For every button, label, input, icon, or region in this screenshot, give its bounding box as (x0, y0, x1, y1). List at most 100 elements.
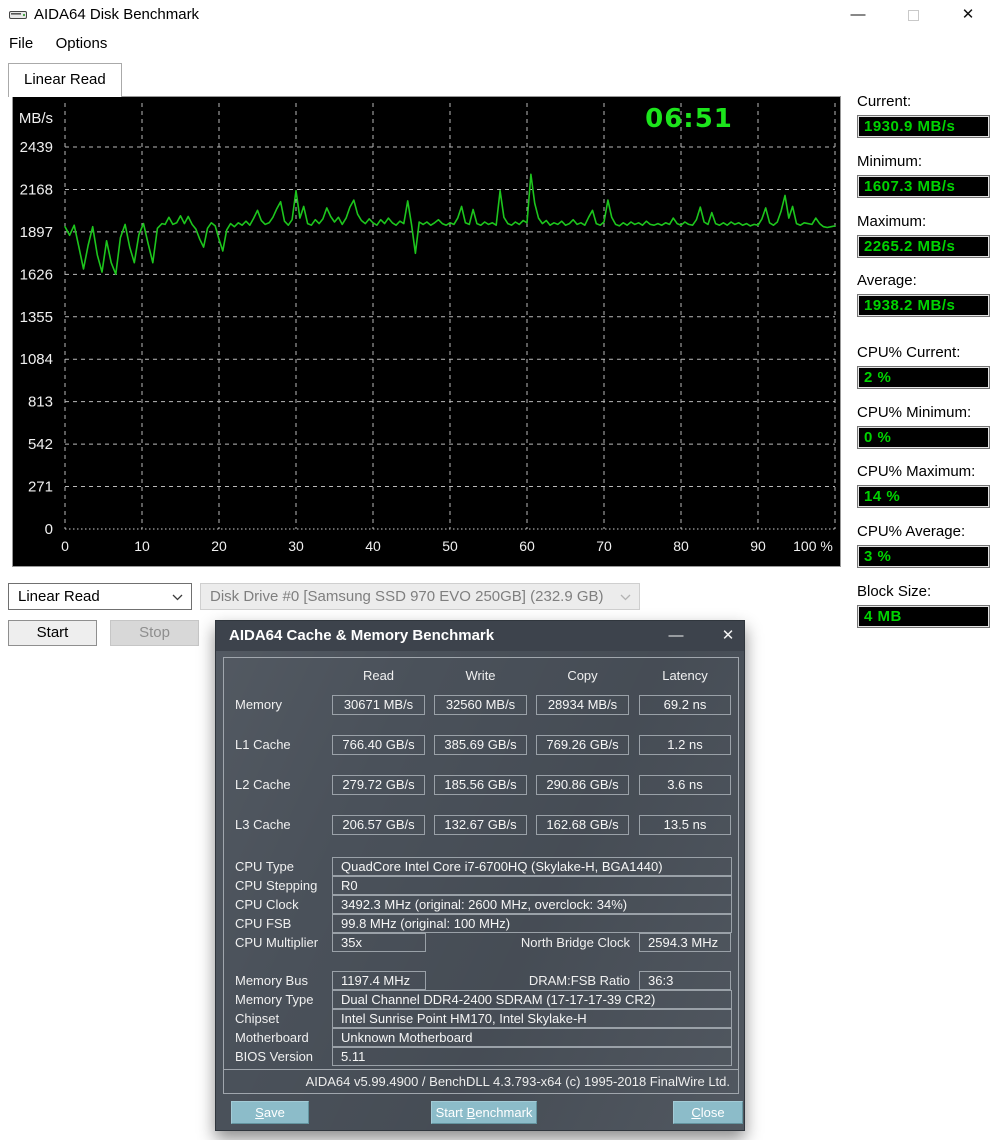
memory-bus-value: 1197.4 MHz (332, 971, 426, 990)
benchmark-type-select[interactable]: Linear Read (8, 583, 192, 610)
stat-label: Maximum: (857, 213, 990, 233)
menu-bar: File Options (0, 30, 1000, 58)
chipset-value: Intel Sunrise Point HM170, Intel Skylake… (332, 1009, 732, 1028)
svg-text:70: 70 (596, 538, 612, 554)
disk-drive-icon (9, 8, 27, 22)
save-label-rest: ave (264, 1105, 285, 1120)
l1-read-value: 766.40 GB/s (332, 735, 425, 755)
north-bridge-clock-value: 2594.3 MHz (639, 933, 731, 952)
stat-label: CPU% Minimum: (857, 404, 990, 424)
dram-fsb-ratio-value: 36:3 (639, 971, 731, 990)
dialog-title: AIDA64 Cache & Memory Benchmark (229, 621, 494, 651)
svg-text:40: 40 (365, 538, 381, 554)
dialog-close-button[interactable]: ✕ (708, 621, 748, 651)
stop-button[interactable]: Stop (110, 620, 199, 646)
l1-write-value: 385.69 GB/s (434, 735, 527, 755)
start-benchmark-label: Start (436, 1105, 467, 1120)
chevron-down-icon (172, 594, 183, 601)
row-label-l2-cache: L2 Cache (235, 775, 291, 795)
save-mnemonic: S (255, 1105, 264, 1120)
column-header-latency: Latency (639, 668, 731, 684)
stat-value: 2265.2 MB/s (857, 235, 990, 258)
svg-text:20: 20 (211, 538, 227, 554)
cpu-multiplier-value: 35x (332, 933, 426, 952)
dram-fsb-ratio-label: DRAM:FSB Ratio (434, 971, 630, 990)
svg-text:813: 813 (28, 394, 53, 411)
row-label-memory: Memory (235, 695, 282, 715)
column-header-copy: Copy (536, 668, 629, 684)
maximize-button[interactable] (890, 0, 936, 30)
svg-text:90: 90 (750, 538, 766, 554)
menu-options[interactable]: Options (47, 30, 117, 57)
tab-linear-read[interactable]: Linear Read (8, 63, 122, 97)
memory-type-label: Memory Type (235, 990, 314, 1009)
stat-label: CPU% Maximum: (857, 463, 990, 483)
bios-version-value: 5.11 (332, 1047, 732, 1066)
cpu-type-label: CPU Type (235, 857, 294, 876)
minimize-button[interactable]: — (835, 0, 881, 30)
stat-cpu-maximum: CPU% Maximum: 14 % (857, 463, 990, 509)
svg-text:1626: 1626 (20, 266, 53, 283)
column-header-write: Write (434, 668, 527, 684)
elapsed-timer: 06:51 (629, 104, 749, 134)
l1-copy-value: 769.26 GB/s (536, 735, 629, 755)
l2-latency-value: 3.6 ns (639, 775, 731, 795)
memory-write-value: 32560 MB/s (434, 695, 527, 715)
svg-text:30: 30 (288, 538, 304, 554)
stat-cpu-current: CPU% Current: 2 % (857, 344, 990, 390)
memory-type-value: Dual Channel DDR4-2400 SDRAM (17-17-17-3… (332, 990, 732, 1009)
cache-memory-benchmark-dialog: AIDA64 Cache & Memory Benchmark — ✕ Read… (215, 620, 745, 1131)
stat-label: CPU% Current: (857, 344, 990, 364)
svg-text:2439: 2439 (20, 139, 53, 156)
stat-value: 1607.3 MB/s (857, 175, 990, 198)
start-button[interactable]: Start (8, 620, 97, 646)
stat-average: Average: 1938.2 MB/s (857, 272, 990, 318)
stat-maximum: Maximum: 2265.2 MB/s (857, 213, 990, 259)
window-title: AIDA64 Disk Benchmark (34, 6, 199, 23)
svg-text:271: 271 (28, 479, 53, 496)
row-label-l3-cache: L3 Cache (235, 815, 291, 835)
close-button[interactable]: ✕ (945, 0, 991, 30)
cpu-stepping-label: CPU Stepping (235, 876, 317, 895)
l3-copy-value: 162.68 GB/s (536, 815, 629, 835)
l3-latency-value: 13.5 ns (639, 815, 731, 835)
memory-bus-label: Memory Bus (235, 971, 308, 990)
chart-canvas: 0102030405060708090100 %2439216818971626… (13, 97, 840, 566)
svg-text:0: 0 (61, 538, 69, 554)
stat-label: Minimum: (857, 153, 990, 173)
start-benchmark-label-rest: enchmark (475, 1105, 532, 1120)
motherboard-value: Unknown Motherboard (332, 1028, 732, 1047)
stat-value: 3 % (857, 545, 990, 568)
l2-read-value: 279.72 GB/s (332, 775, 425, 795)
memory-latency-value: 69.2 ns (639, 695, 731, 715)
svg-text:0: 0 (45, 521, 53, 538)
start-benchmark-button[interactable]: Start Benchmark (431, 1101, 537, 1124)
stat-value: 1930.9 MB/s (857, 115, 990, 138)
stat-value: 0 % (857, 426, 990, 449)
close-dialog-button[interactable]: Close (673, 1101, 743, 1124)
svg-text:MB/s: MB/s (19, 110, 53, 127)
menu-file[interactable]: File (0, 30, 42, 57)
dialog-minimize-button[interactable]: — (656, 621, 696, 651)
stat-label: CPU% Average: (857, 523, 990, 543)
svg-text:80: 80 (673, 538, 689, 554)
cpu-type-value: QuadCore Intel Core i7-6700HQ (Skylake-H… (332, 857, 732, 876)
svg-text:60: 60 (519, 538, 535, 554)
stat-label: Average: (857, 272, 990, 292)
maximize-icon (908, 10, 919, 21)
stat-current: Current: 1930.9 MB/s (857, 93, 990, 139)
dialog-content-frame: Read Write Copy Latency Memory 30671 MB/… (223, 657, 739, 1094)
svg-text:10: 10 (134, 538, 150, 554)
stat-value: 14 % (857, 485, 990, 508)
svg-text:50: 50 (442, 538, 458, 554)
disk-drive-select[interactable]: Disk Drive #0 [Samsung SSD 970 EVO 250GB… (200, 583, 640, 610)
cpu-fsb-value: 99.8 MHz (original: 100 MHz) (332, 914, 732, 933)
save-button[interactable]: Save (231, 1101, 309, 1124)
svg-text:100 %: 100 % (793, 538, 833, 554)
svg-text:1084: 1084 (20, 351, 53, 368)
column-header-read: Read (332, 668, 425, 684)
svg-text:2168: 2168 (20, 181, 53, 198)
stat-block-size: Block Size: 4 MB (857, 583, 990, 629)
stat-cpu-minimum: CPU% Minimum: 0 % (857, 404, 990, 450)
chipset-label: Chipset (235, 1009, 279, 1028)
